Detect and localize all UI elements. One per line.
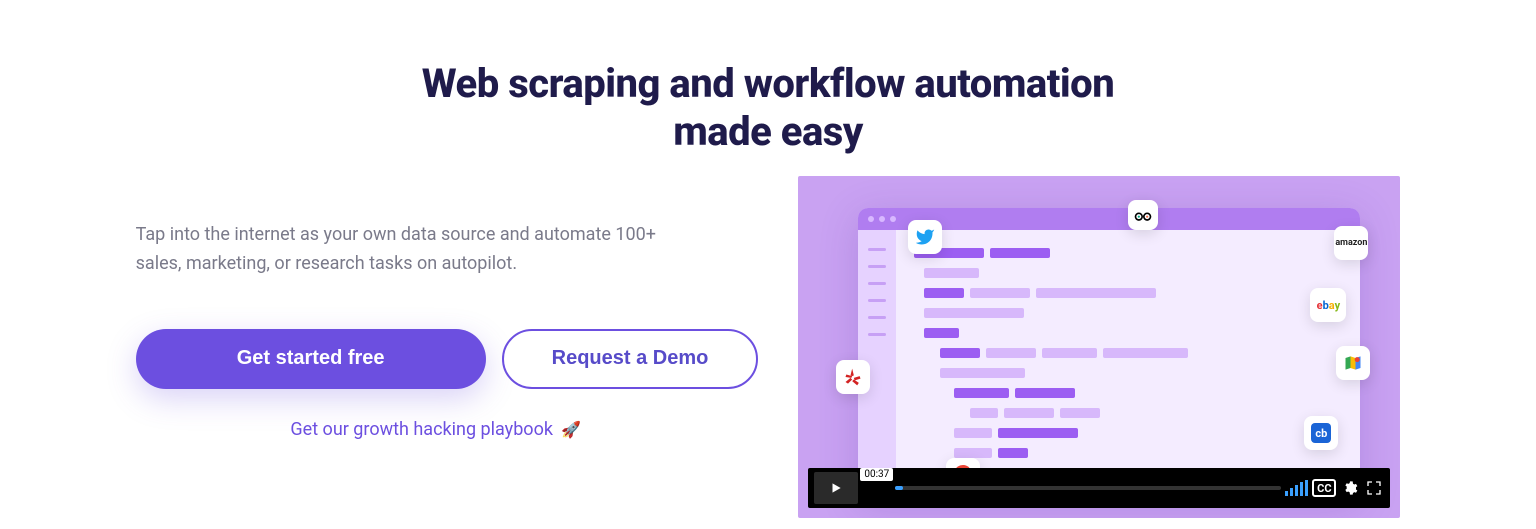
cta-row: Get started free Request a Demo bbox=[136, 329, 759, 389]
progress-track bbox=[895, 486, 1281, 490]
sidebar-line-icon bbox=[868, 282, 886, 285]
page-headline: Web scraping and workflow automation mad… bbox=[0, 0, 1536, 156]
hero-description: Tap into the internet as your own data s… bbox=[136, 221, 696, 279]
tripadvisor-logo-icon bbox=[1128, 200, 1158, 230]
yelp-logo-icon bbox=[836, 360, 870, 394]
twitter-logo-icon bbox=[908, 220, 942, 254]
video-progress[interactable]: 00:37 bbox=[862, 479, 1281, 497]
amazon-logo-icon: amazon bbox=[1334, 226, 1368, 260]
window-dot-icon bbox=[879, 216, 885, 222]
progress-fill bbox=[895, 486, 903, 490]
crunchbase-logo-icon: cb bbox=[1304, 416, 1338, 450]
hero-left-column: Tap into the internet as your own data s… bbox=[136, 176, 759, 440]
playbook-text: Get our growth hacking playbook bbox=[290, 419, 553, 440]
window-dot-icon bbox=[890, 216, 896, 222]
sidebar-line-icon bbox=[868, 333, 886, 336]
rocket-icon: 🚀 bbox=[561, 420, 581, 439]
closed-captions-button[interactable]: CC bbox=[1312, 479, 1336, 497]
hero-video-preview: amazon ebay cb 00 bbox=[798, 176, 1400, 518]
settings-button[interactable] bbox=[1340, 478, 1360, 498]
mock-body bbox=[858, 230, 1360, 498]
sidebar-line-icon bbox=[868, 316, 886, 319]
hero-section: Web scraping and workflow automation mad… bbox=[0, 0, 1536, 529]
google-maps-logo-icon bbox=[1336, 346, 1370, 380]
sidebar-line-icon bbox=[868, 299, 886, 302]
video-control-bar: 00:37 CC bbox=[808, 468, 1390, 508]
video-time: 00:37 bbox=[860, 468, 893, 481]
play-icon bbox=[829, 481, 843, 495]
volume-control[interactable] bbox=[1285, 480, 1308, 496]
sidebar-line-icon bbox=[868, 248, 886, 251]
fullscreen-button[interactable] bbox=[1364, 478, 1384, 498]
request-demo-button[interactable]: Request a Demo bbox=[502, 329, 759, 389]
gear-icon bbox=[1342, 480, 1358, 496]
fullscreen-icon bbox=[1366, 480, 1382, 496]
window-dot-icon bbox=[868, 216, 874, 222]
get-started-button[interactable]: Get started free bbox=[136, 329, 486, 389]
headline-line-2: made easy bbox=[673, 108, 863, 155]
play-button[interactable] bbox=[814, 472, 858, 504]
ebay-logo-icon: ebay bbox=[1310, 288, 1346, 322]
sidebar-line-icon bbox=[868, 265, 886, 268]
playbook-link[interactable]: Get our growth hacking playbook 🚀 bbox=[136, 419, 736, 440]
content-row: Tap into the internet as your own data s… bbox=[0, 176, 1536, 518]
headline-line-1: Web scraping and workflow automation bbox=[422, 60, 1114, 107]
